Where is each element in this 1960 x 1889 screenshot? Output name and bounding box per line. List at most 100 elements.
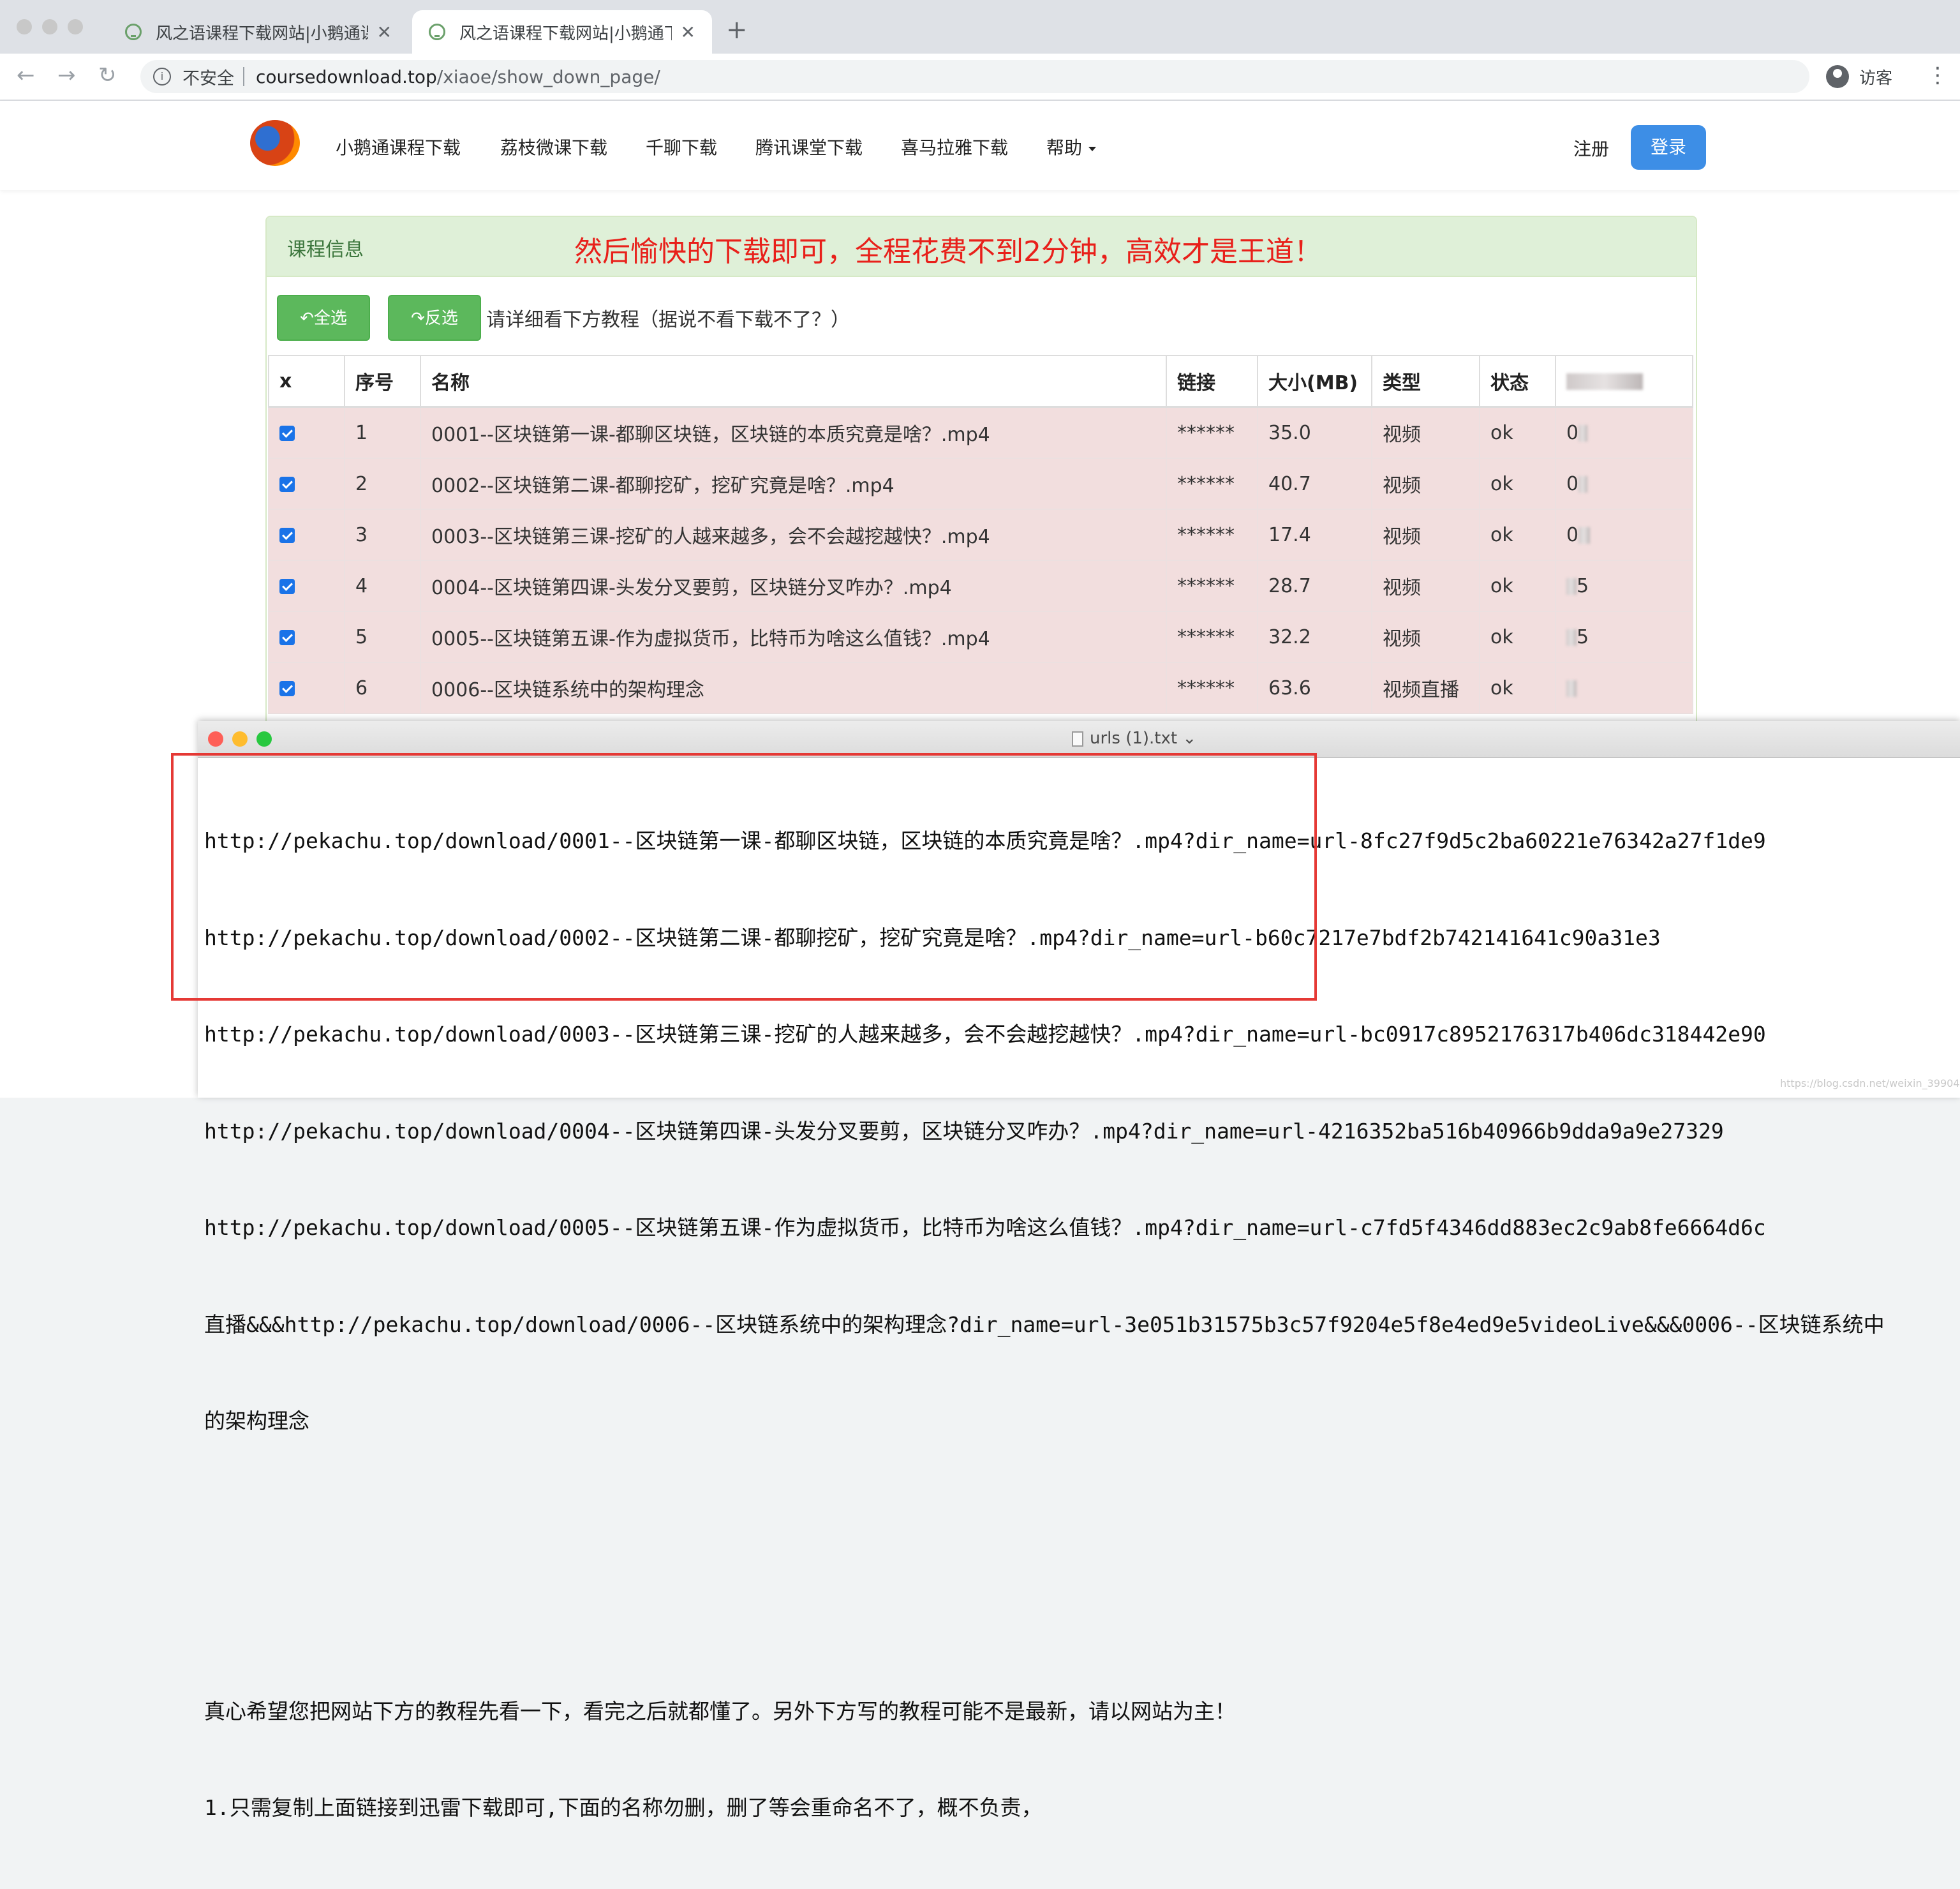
editor-text-area[interactable]: http://pekachu.top/download/0001--区块链第一课… bbox=[204, 761, 1952, 1889]
editor-line: 直播&&&http://pekachu.top/download/0006--区… bbox=[204, 1311, 1885, 1337]
row-checkbox[interactable] bbox=[279, 477, 295, 492]
row-type: 视频 bbox=[1371, 560, 1480, 612]
row-index: 1 bbox=[344, 406, 421, 459]
row-index: 4 bbox=[344, 560, 421, 612]
table-row: 4 0004--区块链第四课-头发分叉要剪，区块链分叉咋办？.mp4 *****… bbox=[268, 560, 1693, 612]
row-link: ****** bbox=[1166, 611, 1258, 663]
row-status: ok bbox=[1479, 560, 1556, 612]
row-status: ok bbox=[1479, 406, 1556, 459]
row-extra: 5 bbox=[1555, 560, 1693, 612]
row-checkbox-cell bbox=[268, 662, 345, 714]
browser-tab-2[interactable]: 风之语课程下载网站|小鹅通下载 ✕ bbox=[412, 10, 712, 54]
col-header-name: 名称 bbox=[420, 355, 1167, 408]
browser-tab-strip: 风之语课程下载网站|小鹅通课程 ✕ 风之语课程下载网站|小鹅通下载 ✕ + bbox=[0, 0, 1960, 54]
row-checkbox[interactable] bbox=[279, 630, 295, 645]
reload-icon[interactable]: ↻ bbox=[98, 63, 117, 88]
blurred-value bbox=[1566, 578, 1577, 595]
close-tab-icon[interactable]: ✕ bbox=[377, 22, 392, 43]
register-link[interactable]: 注册 bbox=[1573, 135, 1609, 161]
row-name: 0004--区块链第四课-头发分叉要剪，区块链分叉咋办？.mp4 bbox=[420, 560, 1167, 612]
editor-close-button[interactable] bbox=[208, 731, 223, 747]
editor-line: http://pekachu.top/download/0005--区块链第五课… bbox=[204, 1215, 1766, 1240]
new-tab-button[interactable]: + bbox=[726, 15, 748, 45]
row-extra: 0 bbox=[1555, 509, 1693, 561]
window-zoom-button[interactable] bbox=[68, 19, 83, 34]
nav-lizhi[interactable]: 荔枝微课下载 bbox=[500, 134, 607, 160]
nav-qianliao[interactable]: 千聊下载 bbox=[646, 134, 717, 160]
nav-ximalaya[interactable]: 喜马拉雅下载 bbox=[901, 134, 1008, 160]
col-header-type: 类型 bbox=[1371, 355, 1480, 408]
row-extra-text: 5 bbox=[1577, 625, 1589, 648]
window-close-button[interactable] bbox=[17, 19, 32, 34]
nav-help-dropdown[interactable]: 帮助 bbox=[1046, 134, 1097, 160]
guest-avatar-icon bbox=[1826, 65, 1849, 88]
row-size: 32.2 bbox=[1257, 611, 1372, 663]
row-size: 63.6 bbox=[1257, 662, 1372, 714]
row-type: 视频直播 bbox=[1371, 662, 1480, 714]
browser-toolbar: ← → ↻ i 不安全 coursedownload.top/xiaoe/sho… bbox=[0, 54, 1960, 101]
col-header-status: 状态 bbox=[1479, 355, 1556, 408]
editor-line: 的架构理念 bbox=[204, 1408, 309, 1433]
select-all-label: 全选 bbox=[313, 309, 347, 328]
login-button[interactable]: 登录 bbox=[1631, 125, 1706, 170]
row-name: 0002--区块链第二课-都聊挖矿，挖矿究竟是啥？.mp4 bbox=[420, 458, 1167, 510]
row-size: 40.7 bbox=[1257, 458, 1372, 510]
tab-title: 风之语课程下载网站|小鹅通下载 bbox=[459, 24, 672, 43]
row-status: ok bbox=[1479, 611, 1556, 663]
row-status: ok bbox=[1479, 509, 1556, 561]
row-checkbox[interactable] bbox=[279, 528, 295, 543]
course-table: x 序号 名称 链接 大小(MB) 类型 状态 1 0001--区块链第一课-都… bbox=[268, 355, 1693, 714]
editor-line: http://pekachu.top/download/0002--区块链第二课… bbox=[204, 925, 1661, 950]
profile-button[interactable]: 访客 bbox=[1821, 60, 1913, 93]
row-checkbox[interactable] bbox=[279, 579, 295, 594]
editor-zoom-button[interactable] bbox=[256, 731, 272, 747]
row-status: ok bbox=[1479, 662, 1556, 714]
row-checkbox[interactable] bbox=[279, 681, 295, 696]
col-header-blurred bbox=[1555, 355, 1693, 408]
select-all-button[interactable]: ↶全选 bbox=[277, 295, 370, 341]
row-checkbox-cell bbox=[268, 611, 345, 663]
site-logo[interactable] bbox=[250, 120, 300, 166]
close-tab-icon[interactable]: ✕ bbox=[681, 22, 695, 43]
blurred-value bbox=[1578, 527, 1591, 544]
row-extra-text: 0 bbox=[1566, 472, 1579, 495]
browser-tab-1[interactable]: 风之语课程下载网站|小鹅通课程 ✕ bbox=[108, 10, 408, 54]
nav-xiaoe[interactable]: 小鹅通课程下载 bbox=[336, 134, 461, 160]
nav-tencent-class[interactable]: 腾讯课堂下载 bbox=[755, 134, 863, 160]
tab-title: 风之语课程下载网站|小鹅通课程 bbox=[156, 24, 368, 43]
row-type: 视频 bbox=[1371, 509, 1480, 561]
table-row: 2 0002--区块链第二课-都聊挖矿，挖矿究竟是啥？.mp4 ****** 4… bbox=[268, 458, 1693, 510]
invert-selection-button[interactable]: ↷反选 bbox=[388, 295, 481, 341]
window-minimize-button[interactable] bbox=[42, 19, 57, 34]
row-checkbox-cell bbox=[268, 560, 345, 612]
browser-menu-icon[interactable]: ⋮ bbox=[1927, 63, 1949, 88]
info-icon[interactable]: i bbox=[153, 68, 171, 86]
tutorial-hint: 请详细看下方教程（据说不看下载不了？） bbox=[486, 309, 850, 331]
row-name: 0003--区块链第三课-挖矿的人越来越多，会不会越挖越快？.mp4 bbox=[420, 509, 1167, 561]
text-document-icon bbox=[1072, 731, 1083, 747]
promo-banner: 然后愉快的下载即可，全程花费不到2分钟，高效才是王道！ bbox=[574, 235, 1322, 268]
editor-line: http://pekachu.top/download/0003--区块链第三课… bbox=[204, 1022, 1766, 1047]
row-checkbox[interactable] bbox=[279, 426, 295, 441]
row-index: 2 bbox=[344, 458, 421, 510]
row-index: 3 bbox=[344, 509, 421, 561]
editor-line: http://pekachu.top/download/0001--区块链第一课… bbox=[204, 828, 1766, 853]
row-link: ****** bbox=[1166, 560, 1258, 612]
editor-title[interactable]: urls (1).txt ⌄ bbox=[1072, 729, 1196, 748]
table-row: 1 0001--区块链第一课-都聊区块链，区块链的本质究竟是啥？.mp4 ***… bbox=[268, 406, 1693, 459]
row-index: 6 bbox=[344, 662, 421, 714]
forward-arrow-icon[interactable]: → bbox=[57, 63, 76, 88]
row-extra-text: 0 bbox=[1566, 421, 1579, 444]
url-path: /xiaoe/show_down_page/ bbox=[436, 66, 660, 87]
address-bar[interactable]: i 不安全 coursedownload.top/xiaoe/show_down… bbox=[140, 60, 1809, 93]
back-arrow-icon[interactable]: ← bbox=[17, 63, 35, 88]
site-favicon-icon bbox=[429, 24, 445, 40]
col-header-select[interactable]: x bbox=[268, 355, 345, 408]
editor-minimize-button[interactable] bbox=[232, 731, 248, 747]
row-size: 35.0 bbox=[1257, 406, 1372, 459]
invert-label: 反选 bbox=[424, 309, 458, 328]
row-extra-text: 0 bbox=[1566, 523, 1579, 546]
blurred-header-text bbox=[1566, 373, 1643, 390]
row-extra: 5 bbox=[1555, 611, 1693, 663]
